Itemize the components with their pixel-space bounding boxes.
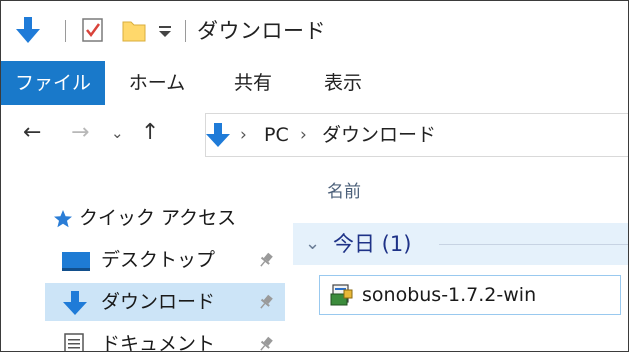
tab-home[interactable]: ホーム bbox=[113, 61, 201, 105]
download-arrow-icon bbox=[63, 289, 87, 317]
pin-icon[interactable] bbox=[257, 335, 275, 351]
pin-icon[interactable] bbox=[257, 251, 275, 269]
toolbar-separator bbox=[65, 20, 66, 42]
breadcrumb-separator-icon[interactable]: › bbox=[240, 114, 247, 156]
star-icon bbox=[53, 209, 73, 229]
new-folder-icon[interactable] bbox=[121, 17, 147, 43]
installer-icon bbox=[330, 282, 354, 308]
tab-file[interactable]: ファイル bbox=[1, 61, 105, 105]
file-list-pane: 名前 ⌄ 今日 (1) sonobus-1.7.2-win bbox=[293, 161, 628, 351]
group-label: 今日 (1) bbox=[333, 232, 412, 256]
sidebar-item-label: ダウンロード bbox=[101, 291, 216, 313]
file-name: sonobus-1.7.2-win bbox=[362, 284, 537, 306]
group-header-today[interactable]: ⌄ 今日 (1) bbox=[293, 223, 628, 265]
properties-icon[interactable] bbox=[81, 17, 105, 43]
breadcrumb-pc[interactable]: PC bbox=[264, 114, 289, 156]
download-arrow-icon[interactable] bbox=[15, 15, 41, 45]
pin-icon[interactable] bbox=[257, 293, 275, 311]
sidebar-item-downloads[interactable]: ダウンロード bbox=[45, 283, 285, 321]
tab-share[interactable]: 共有 bbox=[221, 61, 285, 105]
download-arrow-icon bbox=[206, 121, 230, 149]
forward-arrow-icon[interactable]: → bbox=[71, 105, 89, 161]
address-row: ← → ⌄ ↑ › PC › ダウンロード bbox=[1, 105, 628, 161]
customize-toolbar-icon[interactable] bbox=[157, 21, 173, 41]
window-title: ダウンロード bbox=[197, 19, 326, 43]
back-arrow-icon[interactable]: ← bbox=[23, 105, 41, 161]
desktop-icon bbox=[61, 250, 91, 272]
sidebar-item-label: ドキュメント bbox=[101, 333, 216, 352]
file-row[interactable]: sonobus-1.7.2-win bbox=[319, 275, 621, 315]
title-bar: ダウンロード bbox=[1, 1, 628, 61]
sidebar-item-label: クイック アクセス bbox=[79, 207, 237, 229]
sidebar-item-desktop[interactable]: デスクトップ bbox=[45, 241, 285, 279]
breadcrumb-downloads[interactable]: ダウンロード bbox=[322, 114, 436, 156]
sidebar-item-documents[interactable]: ドキュメント bbox=[45, 325, 285, 352]
group-divider bbox=[439, 244, 628, 245]
tab-view[interactable]: 表示 bbox=[311, 61, 375, 105]
up-arrow-icon[interactable]: ↑ bbox=[141, 105, 159, 161]
address-bar[interactable]: › PC › ダウンロード bbox=[205, 113, 628, 157]
column-header-name[interactable]: 名前 bbox=[327, 177, 361, 202]
navigation-pane: クイック アクセス デスクトップ ダウンロード ドキュメント bbox=[1, 161, 291, 351]
ribbon-tabs: ファイル ホーム 共有 表示 bbox=[1, 61, 628, 106]
recent-locations-chevron-icon[interactable]: ⌄ bbox=[111, 105, 124, 161]
explorer-window: ダウンロード ファイル ホーム 共有 表示 ← → ⌄ ↑ › PC › ダウン… bbox=[0, 0, 629, 352]
document-icon bbox=[63, 332, 85, 351]
breadcrumb-separator-icon[interactable]: › bbox=[300, 114, 307, 156]
chevron-down-icon[interactable]: ⌄ bbox=[305, 223, 320, 265]
sidebar-item-label: デスクトップ bbox=[101, 249, 216, 271]
toolbar-separator bbox=[185, 20, 186, 42]
sidebar-item-quick-access[interactable]: クイック アクセス bbox=[45, 199, 285, 237]
